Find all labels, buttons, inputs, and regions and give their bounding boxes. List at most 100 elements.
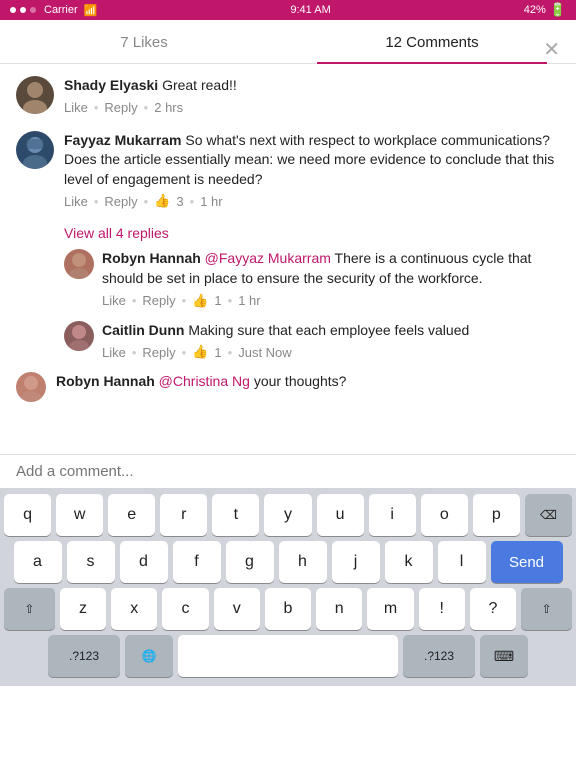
key-shift-right[interactable]: ⇧	[521, 588, 572, 630]
signal-dot-2	[20, 7, 26, 13]
key-h[interactable]: h	[279, 541, 327, 583]
key-z[interactable]: z	[60, 588, 106, 630]
key-l[interactable]: l	[438, 541, 486, 583]
key-u[interactable]: u	[317, 494, 364, 536]
key-b[interactable]: b	[265, 588, 311, 630]
key-f[interactable]: f	[173, 541, 221, 583]
status-time: 9:41 AM	[290, 4, 330, 16]
key-o[interactable]: o	[421, 494, 468, 536]
key-k[interactable]: k	[385, 541, 433, 583]
signal-dot-3	[30, 7, 36, 13]
reply-actions: Like • Reply • 👍 1 • Just Now	[102, 344, 560, 360]
like-button[interactable]: Like	[102, 345, 126, 360]
like-count: 1	[214, 345, 221, 360]
like-count: 1	[214, 293, 221, 308]
key-q[interactable]: q	[4, 494, 51, 536]
like-button[interactable]: Like	[64, 194, 88, 209]
tab-bar: 7 Likes 12 Comments ✕	[0, 20, 576, 64]
typing-comment: Robyn Hannah @Christina Ng your thoughts…	[16, 372, 560, 402]
view-replies-button[interactable]: View all 4 replies	[64, 225, 560, 241]
close-button[interactable]: ✕	[543, 40, 560, 60]
comment-text: Shady Elyaski Great read!!	[64, 76, 560, 96]
key-p[interactable]: p	[473, 494, 520, 536]
carrier-info: Carrier 📶	[10, 4, 97, 17]
like-button[interactable]: Like	[64, 100, 88, 115]
signal-dot-1	[10, 7, 16, 13]
key-numeric[interactable]: .?123	[48, 635, 120, 677]
key-g[interactable]: g	[226, 541, 274, 583]
key-a[interactable]: a	[14, 541, 62, 583]
battery-percent: 42%	[524, 4, 546, 16]
key-question[interactable]: ?	[470, 588, 516, 630]
key-exclaim[interactable]: !	[419, 588, 465, 630]
keyboard-row-3: ⇧ z x c v b n m ! ? ⇧	[4, 588, 572, 630]
replies-section: Robyn Hannah @Fayyaz Mukarram There is a…	[64, 249, 560, 360]
comment-body: Shady Elyaski Great read!! Like • Reply …	[64, 76, 560, 115]
key-shift[interactable]: ⇧	[4, 588, 55, 630]
reply-content: Making sure that each employee feels val…	[188, 322, 469, 338]
typing-body: Robyn Hannah @Christina Ng your thoughts…	[56, 372, 560, 402]
key-s[interactable]: s	[67, 541, 115, 583]
reply-item: Robyn Hannah @Fayyaz Mukarram There is a…	[64, 249, 560, 308]
key-y[interactable]: y	[264, 494, 311, 536]
key-n[interactable]: n	[316, 588, 362, 630]
status-bar: Carrier 📶 9:41 AM 42% 🔋	[0, 0, 576, 20]
key-j[interactable]: j	[332, 541, 380, 583]
reply-button[interactable]: Reply	[104, 100, 137, 115]
key-t[interactable]: t	[212, 494, 259, 536]
add-comment-row	[0, 454, 576, 488]
comment-body: Fayyaz Mukarram So what's next with resp…	[64, 131, 560, 210]
comment-time: 2 hrs	[154, 100, 183, 115]
key-space[interactable]	[178, 635, 398, 677]
reply-text: Caitlin Dunn Making sure that each emplo…	[102, 321, 560, 341]
key-keyboard[interactable]: ⌨	[480, 635, 528, 677]
avatar	[64, 321, 94, 351]
comments-area: Shady Elyaski Great read!! Like • Reply …	[0, 64, 576, 454]
reply-item: Caitlin Dunn Making sure that each emplo…	[64, 321, 560, 361]
author-name: Robyn Hannah	[102, 250, 201, 266]
key-r[interactable]: r	[160, 494, 207, 536]
battery-icon: 🔋	[550, 2, 566, 18]
typing-text: Robyn Hannah @Christina Ng your thoughts…	[56, 372, 560, 392]
reply-time: Just Now	[238, 345, 291, 360]
battery-info: 42% 🔋	[524, 2, 566, 18]
key-i[interactable]: i	[369, 494, 416, 536]
comment-content: Great read!!	[162, 77, 237, 93]
reply-button[interactable]: Reply	[142, 345, 175, 360]
key-x[interactable]: x	[111, 588, 157, 630]
like-button[interactable]: Like	[102, 293, 126, 308]
wifi-icon: 📶	[84, 4, 98, 17]
like-count: 3	[176, 194, 183, 209]
author-name: Fayyaz Mukarram	[64, 132, 182, 148]
typing-content: your thoughts?	[254, 373, 347, 389]
mention: @Christina Ng	[159, 373, 250, 389]
keyboard-row-1: q w e r t y u i o p ⌫	[4, 494, 572, 536]
tab-comments[interactable]: 12 Comments	[288, 20, 576, 63]
key-w[interactable]: w	[56, 494, 103, 536]
comment-input[interactable]	[16, 463, 560, 480]
key-v[interactable]: v	[214, 588, 260, 630]
avatar	[64, 249, 94, 279]
keyboard-row-2: a s d f g h j k l Send	[4, 541, 572, 583]
comment-actions: Like • Reply • 👍 3 • 1 hr	[64, 193, 560, 209]
keyboard: q w e r t y u i o p ⌫ a s d f g h j k l …	[0, 488, 576, 686]
key-numeric-right[interactable]: .?123	[403, 635, 475, 677]
avatar	[16, 372, 46, 402]
comment-item: Fayyaz Mukarram So what's next with resp…	[16, 131, 560, 210]
reply-time: 1 hr	[238, 293, 260, 308]
key-c[interactable]: c	[162, 588, 208, 630]
avatar	[16, 131, 54, 169]
reply-button[interactable]: Reply	[104, 194, 137, 209]
key-d[interactable]: d	[120, 541, 168, 583]
key-send[interactable]: Send	[491, 541, 563, 583]
thumb-icon: 👍	[154, 193, 170, 209]
key-m[interactable]: m	[367, 588, 413, 630]
key-globe[interactable]: 🌐	[125, 635, 173, 677]
reply-body: Robyn Hannah @Fayyaz Mukarram There is a…	[102, 249, 560, 308]
key-backspace[interactable]: ⌫	[525, 494, 572, 536]
key-e[interactable]: e	[108, 494, 155, 536]
author-name: Shady Elyaski	[64, 77, 158, 93]
thumb-icon: 👍	[192, 293, 208, 309]
reply-button[interactable]: Reply	[142, 293, 175, 308]
tab-likes[interactable]: 7 Likes	[0, 20, 288, 63]
